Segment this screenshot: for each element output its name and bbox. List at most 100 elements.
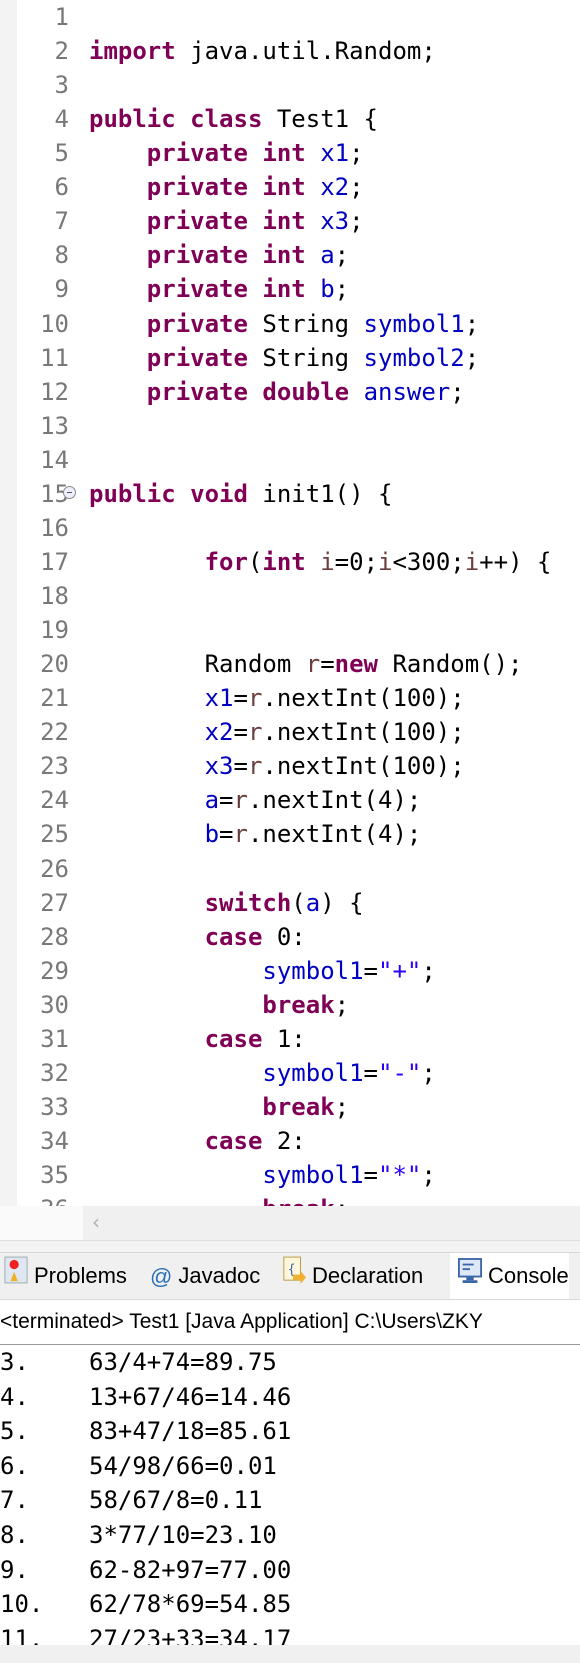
console-line: 6. 54/98/66=0.01 [0, 1449, 580, 1483]
tab-label: Declaration [312, 1263, 424, 1288]
code-text: break; [89, 1090, 349, 1124]
code-line[interactable]: 2 import java.util.Random; [0, 34, 580, 68]
tab-label: Console [488, 1263, 569, 1288]
editor-horizontal-scrollbar[interactable]: ‹ [0, 1206, 580, 1240]
line-number: 16 [40, 513, 69, 542]
line-number: 21 [40, 684, 69, 713]
fold-collapse-icon[interactable] [63, 485, 76, 499]
code-line[interactable]: 29 symbol1="+"; [0, 954, 580, 988]
token: ; [334, 990, 350, 1019]
line-number: 13 [40, 411, 69, 440]
code-line[interactable]: 4 public class Test1 { [0, 102, 580, 136]
tab-declaration[interactable]: {Declaration [282, 1253, 423, 1299]
token-kw: public [89, 479, 176, 508]
code-line[interactable]: 21 x1=r.nextInt(100); [0, 681, 580, 715]
tab-console[interactable]: Console [450, 1253, 569, 1299]
token: ; [349, 139, 364, 168]
tab-problems[interactable]: Problems [4, 1253, 127, 1299]
code-line[interactable]: 8 private int a; [0, 238, 580, 272]
line-number: 30 [40, 990, 69, 1019]
token-loc: i [320, 547, 335, 576]
console-line-text: 62-82+97=77.00 [89, 1555, 292, 1584]
code-line[interactable]: 27 switch(a) { [0, 886, 580, 920]
code-line[interactable]: 6 private int x2; [0, 170, 580, 204]
code-line[interactable]: 33 break; [0, 1090, 580, 1124]
token-kw: class [190, 105, 263, 134]
code-line[interactable]: 3 [0, 68, 580, 102]
code-line[interactable]: 10 private String symbol1; [0, 307, 580, 341]
token-kw: double [262, 377, 350, 406]
token: 1: [262, 1024, 306, 1053]
code-text: private int x3; [89, 204, 364, 238]
tab-javadoc[interactable]: @ Javadoc [150, 1253, 260, 1299]
code-text: x3=r.nextInt(100); [89, 749, 465, 783]
code-line[interactable]: 9 private int b; [0, 272, 580, 306]
code-text: import java.util.Random; [89, 34, 436, 68]
code-text: x2=r.nextInt(100); [89, 715, 465, 749]
token: ; [334, 275, 350, 304]
code-line[interactable]: 31 case 1: [0, 1022, 580, 1056]
code-line[interactable]: 17 for(int i=0;i<300;i++) { [0, 545, 580, 579]
console-line: 3. 63/4+74=89.75 [0, 1345, 580, 1379]
code-line[interactable]: 28 case 0: [0, 920, 580, 954]
bottom-panel-tabs: Problems @ Javadoc {Declaration Console [0, 1252, 580, 1300]
console-line-text: 63/4+74=89.75 [89, 1348, 277, 1376]
code-editor[interactable]: 1 2 import java.util.Random; 3 4 public class… [0, 0, 580, 1206]
console-line-number: 7. [0, 1486, 29, 1515]
code-line[interactable]: 30 break; [0, 988, 580, 1022]
token-loc: r [305, 650, 321, 679]
console-horizontal-scrollbar[interactable] [0, 1645, 580, 1663]
code-line[interactable]: 36 break; [0, 1192, 580, 1206]
code-text: public class Test1 { [89, 102, 378, 136]
line-number: 36 [17, 1192, 69, 1206]
code-line[interactable]: 13 [0, 409, 580, 443]
console-line-text: 54/98/66=0.01 [89, 1451, 277, 1480]
code-line[interactable]: 22 x2=r.nextInt(100); [0, 715, 580, 749]
tab-label: Javadoc [178, 1263, 261, 1288]
code-line[interactable]: 34 case 2: [0, 1124, 580, 1158]
token-kw: case [204, 922, 263, 951]
code-line[interactable]: 24 a=r.nextInt(4); [0, 783, 580, 817]
console-line-text: 83+47/18=85.61 [89, 1417, 292, 1446]
code-line[interactable]: 23 x3=r.nextInt(100); [0, 749, 580, 783]
panel-divider[interactable] [0, 1240, 580, 1252]
code-text: x1=r.nextInt(100); [89, 681, 465, 715]
code-line[interactable]: 20 Random r=new Random(); [0, 647, 580, 681]
code-line[interactable]: 32 symbol1="-"; [0, 1056, 580, 1090]
code-line[interactable]: 14 [0, 443, 580, 477]
token-fld: a [320, 241, 335, 270]
code-line[interactable]: 7 private int x3; [0, 204, 580, 238]
code-line[interactable]: 18 [0, 579, 580, 613]
code-line[interactable]: 15 public void init1() { [0, 477, 580, 511]
line-number: 15 [40, 479, 69, 508]
code-line[interactable]: 16 [0, 511, 580, 545]
console-output[interactable]: 3. 63/4+74=89.75 4. 13+67/46=14.46 5. 83+47/1… [0, 1345, 580, 1645]
code-line[interactable]: 11 private String symbol2; [0, 341, 580, 375]
code-line[interactable]: 26 [0, 852, 580, 886]
scroll-left-arrow-icon[interactable]: ‹ [92, 1210, 100, 1234]
line-number: 31 [40, 1024, 69, 1053]
code-line[interactable]: 1 [0, 0, 580, 34]
code-line[interactable]: 5 private int x1; [0, 136, 580, 170]
token: = [320, 650, 335, 679]
console-line-number: 6. [0, 1451, 29, 1480]
console-line-number: 10. [0, 1590, 44, 1619]
code-line[interactable]: 12 private double answer; [0, 375, 580, 409]
code-line[interactable]: 19 [0, 613, 580, 647]
line-number: 7 [54, 207, 69, 236]
token: ; [334, 1092, 350, 1121]
code-line[interactable]: 25 b=r.nextInt(4); [0, 817, 580, 851]
token: ; [421, 1161, 436, 1190]
code-text: b=r.nextInt(4); [89, 817, 422, 851]
code-line[interactable]: 35 symbol1="*"; [0, 1158, 580, 1192]
